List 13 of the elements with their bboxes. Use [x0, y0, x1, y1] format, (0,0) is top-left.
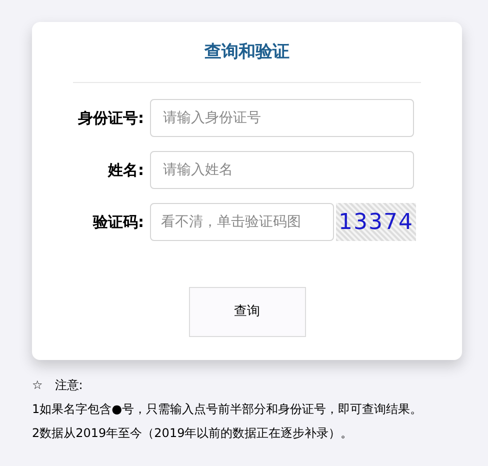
form-title: 查询和验证: [204, 41, 290, 64]
field-label: 验证码:: [92, 212, 145, 233]
field-label: 身份证号:: [77, 108, 145, 129]
query-button[interactable]: 查询: [188, 287, 306, 337]
notice-text: 1如果名字包含●号，只需输入点号前半部分和身份证号，即可查询结果。: [32, 401, 424, 418]
notice-title: 注意:: [54, 377, 83, 394]
notice-text: 2数据从2019年至今（2019年以前的数据正在逐步补录）。: [32, 425, 354, 442]
text-input[interactable]: 请输入身份证号: [150, 99, 414, 137]
field-label: 姓名:: [106, 160, 145, 181]
captcha-image[interactable]: 13374: [336, 203, 416, 241]
star-icon: ☆: [32, 376, 43, 394]
text-input[interactable]: 请输入姓名: [150, 151, 414, 189]
captcha-input[interactable]: 看不清，单击验证码图: [150, 203, 334, 241]
